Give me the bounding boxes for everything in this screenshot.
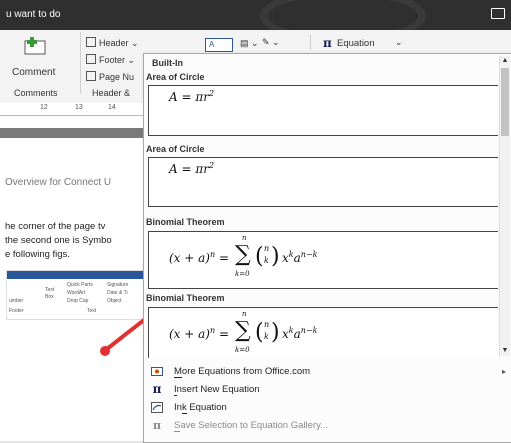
figure-label: umber — [9, 298, 24, 304]
menu-item-label: Insert New Equation — [174, 383, 260, 396]
sum-upper: n — [242, 310, 247, 318]
equation-label: Equation — [337, 38, 375, 49]
menu-item-label: Save Selection to Equation Gallery... — [174, 419, 329, 432]
sum-symbol: ∑ — [235, 318, 251, 343]
figure-label: Date & Ti — [107, 290, 128, 296]
sum-lower: k=0 — [235, 346, 250, 354]
equation-text: A = πr2 — [169, 89, 215, 104]
ruler-tick: 13 — [75, 104, 83, 111]
scrollbar-thumb[interactable] — [501, 68, 509, 136]
footer-button[interactable]: Footer ⌄ — [86, 54, 135, 66]
page-number-icon — [86, 71, 96, 81]
scroll-down-arrow-icon[interactable]: ▼ — [500, 346, 510, 356]
menu-item-insert-new-equation[interactable]: π Insert New Equation — [144, 380, 511, 398]
page-number-button[interactable]: Page Nu — [86, 71, 134, 82]
new-comment-icon — [24, 37, 46, 55]
chevron-down-icon: ⌄ — [395, 37, 403, 47]
figure-label: WordArt — [67, 290, 86, 296]
text-box-icon: A — [209, 40, 215, 49]
figure-label: Signature — [107, 282, 129, 288]
sum-upper: n — [242, 234, 247, 242]
header-footer-group-label: Header & — [92, 88, 131, 98]
binom-top: n — [264, 244, 270, 253]
section-title: Binomial Theorem — [146, 217, 225, 227]
binom-paren: ) — [271, 244, 280, 269]
page-number-label: Page Nu — [99, 72, 135, 82]
signature-line-button[interactable]: ✎ ⌄ — [262, 37, 280, 48]
tell-me-search[interactable]: u want to do — [6, 9, 60, 20]
binom-top: n — [264, 320, 270, 329]
submenu-arrow-icon: ▸ — [501, 366, 506, 376]
comments-group-label: Comments — [14, 88, 58, 98]
comment-label[interactable]: Comment — [12, 67, 55, 78]
equation-item-binomial-theorem[interactable]: (x + a)n = n ∑ k=0 ( n k ) xkan−k — [148, 231, 498, 289]
sum-symbol: ∑ — [235, 242, 251, 267]
header-label: Header — [99, 38, 129, 48]
binom-bottom: k — [264, 332, 269, 341]
ruler-tick: 14 — [108, 104, 116, 111]
figure-label: Object — [107, 298, 122, 304]
menu-item-save-selection[interactable]: π Save Selection to Equation Gallery... — [144, 416, 511, 434]
title-bar: u want to do — [0, 0, 511, 44]
menu-item-more-equations[interactable]: More Equations from Office.com ▸ — [144, 362, 511, 380]
equation-button[interactable]: π Equation ⌄ — [310, 35, 415, 50]
section-title: Binomial Theorem — [146, 293, 225, 303]
built-in-header: Built-In — [152, 58, 183, 68]
save-gallery-icon: π — [152, 418, 162, 432]
figure-label: Quick Parts — [67, 282, 93, 288]
equation-lhs: (x + a)n = — [169, 326, 230, 341]
equation-rhs: xkan−k — [282, 250, 318, 265]
new-comment-button[interactable] — [22, 36, 48, 56]
figure-label: Box — [45, 294, 54, 300]
pi-icon: π — [323, 36, 332, 50]
equation-gallery-list: Area of Circle A = πr2 Area of Circle A … — [144, 71, 498, 358]
sum-lower: k=0 — [235, 270, 250, 278]
document-line: e following figs. — [5, 249, 70, 260]
footer-label: Footer — [99, 55, 126, 65]
ribbon-screenshot-figure: Quick Parts Signature WordArt Date & Ti … — [6, 270, 148, 320]
equation-item-area-of-circle[interactable]: A = πr2 — [148, 85, 498, 136]
equation-gallery-dropdown: Built-In Area of Circle A = πr2 Area of … — [143, 53, 511, 443]
binom-bottom: k — [264, 256, 269, 265]
document-heading: Overview for Connect U — [5, 177, 112, 188]
equation-item-area-of-circle[interactable]: A = πr2 — [148, 157, 498, 207]
binom-paren: ( — [255, 244, 264, 269]
menu-item-ink-equation[interactable]: Ink Equation — [144, 398, 511, 416]
figure-ribbon-bar — [7, 271, 145, 279]
header-button[interactable]: Header ⌄ — [86, 37, 139, 49]
gallery-scrollbar[interactable]: ▲ ▼ — [499, 56, 510, 356]
menu-item-label: More Equations from Office.com — [174, 365, 311, 378]
binom-paren: ( — [255, 320, 264, 345]
figure-label: Text — [45, 287, 55, 293]
equation-rhs: xkan−k — [282, 326, 318, 341]
document-line: he corner of the page tv — [5, 221, 106, 232]
binom-paren: ) — [271, 320, 280, 345]
section-title: Area of Circle — [146, 144, 205, 154]
equation-menu: More Equations from Office.com ▸ π Inser… — [144, 362, 511, 434]
figure-label: Drop Cap — [67, 298, 89, 304]
text-box-button[interactable]: A — [205, 38, 233, 52]
document-line: the second one is Symbo — [5, 235, 112, 246]
footer-icon — [86, 54, 96, 64]
ink-icon — [150, 401, 164, 413]
menu-item-label: Ink Equation — [174, 401, 227, 414]
quick-parts-button[interactable]: ▤ ⌄ — [240, 38, 259, 49]
equation-item-binomial-theorem[interactable]: (x + a)n = n ∑ k=0 ( n k ) xkan−k — [148, 307, 498, 358]
equation-lhs: (x + a)n = — [169, 250, 230, 265]
annotation-arrow-tail — [100, 346, 110, 356]
office-web-icon — [150, 365, 164, 377]
group-divider — [80, 32, 81, 94]
figure-label: Text — [87, 308, 97, 314]
section-title: Area of Circle — [146, 72, 205, 82]
header-icon — [86, 37, 96, 47]
page-divider-band — [0, 128, 150, 138]
scroll-up-arrow-icon[interactable]: ▲ — [500, 56, 510, 66]
ruler-tick: 12 — [40, 104, 48, 111]
figure-label: Footer — [9, 308, 24, 314]
horizontal-ruler: 12 13 14 — [0, 103, 150, 116]
equation-text: A = πr2 — [169, 161, 215, 176]
comments-icon[interactable] — [491, 8, 505, 19]
pi-icon: π — [152, 382, 162, 396]
